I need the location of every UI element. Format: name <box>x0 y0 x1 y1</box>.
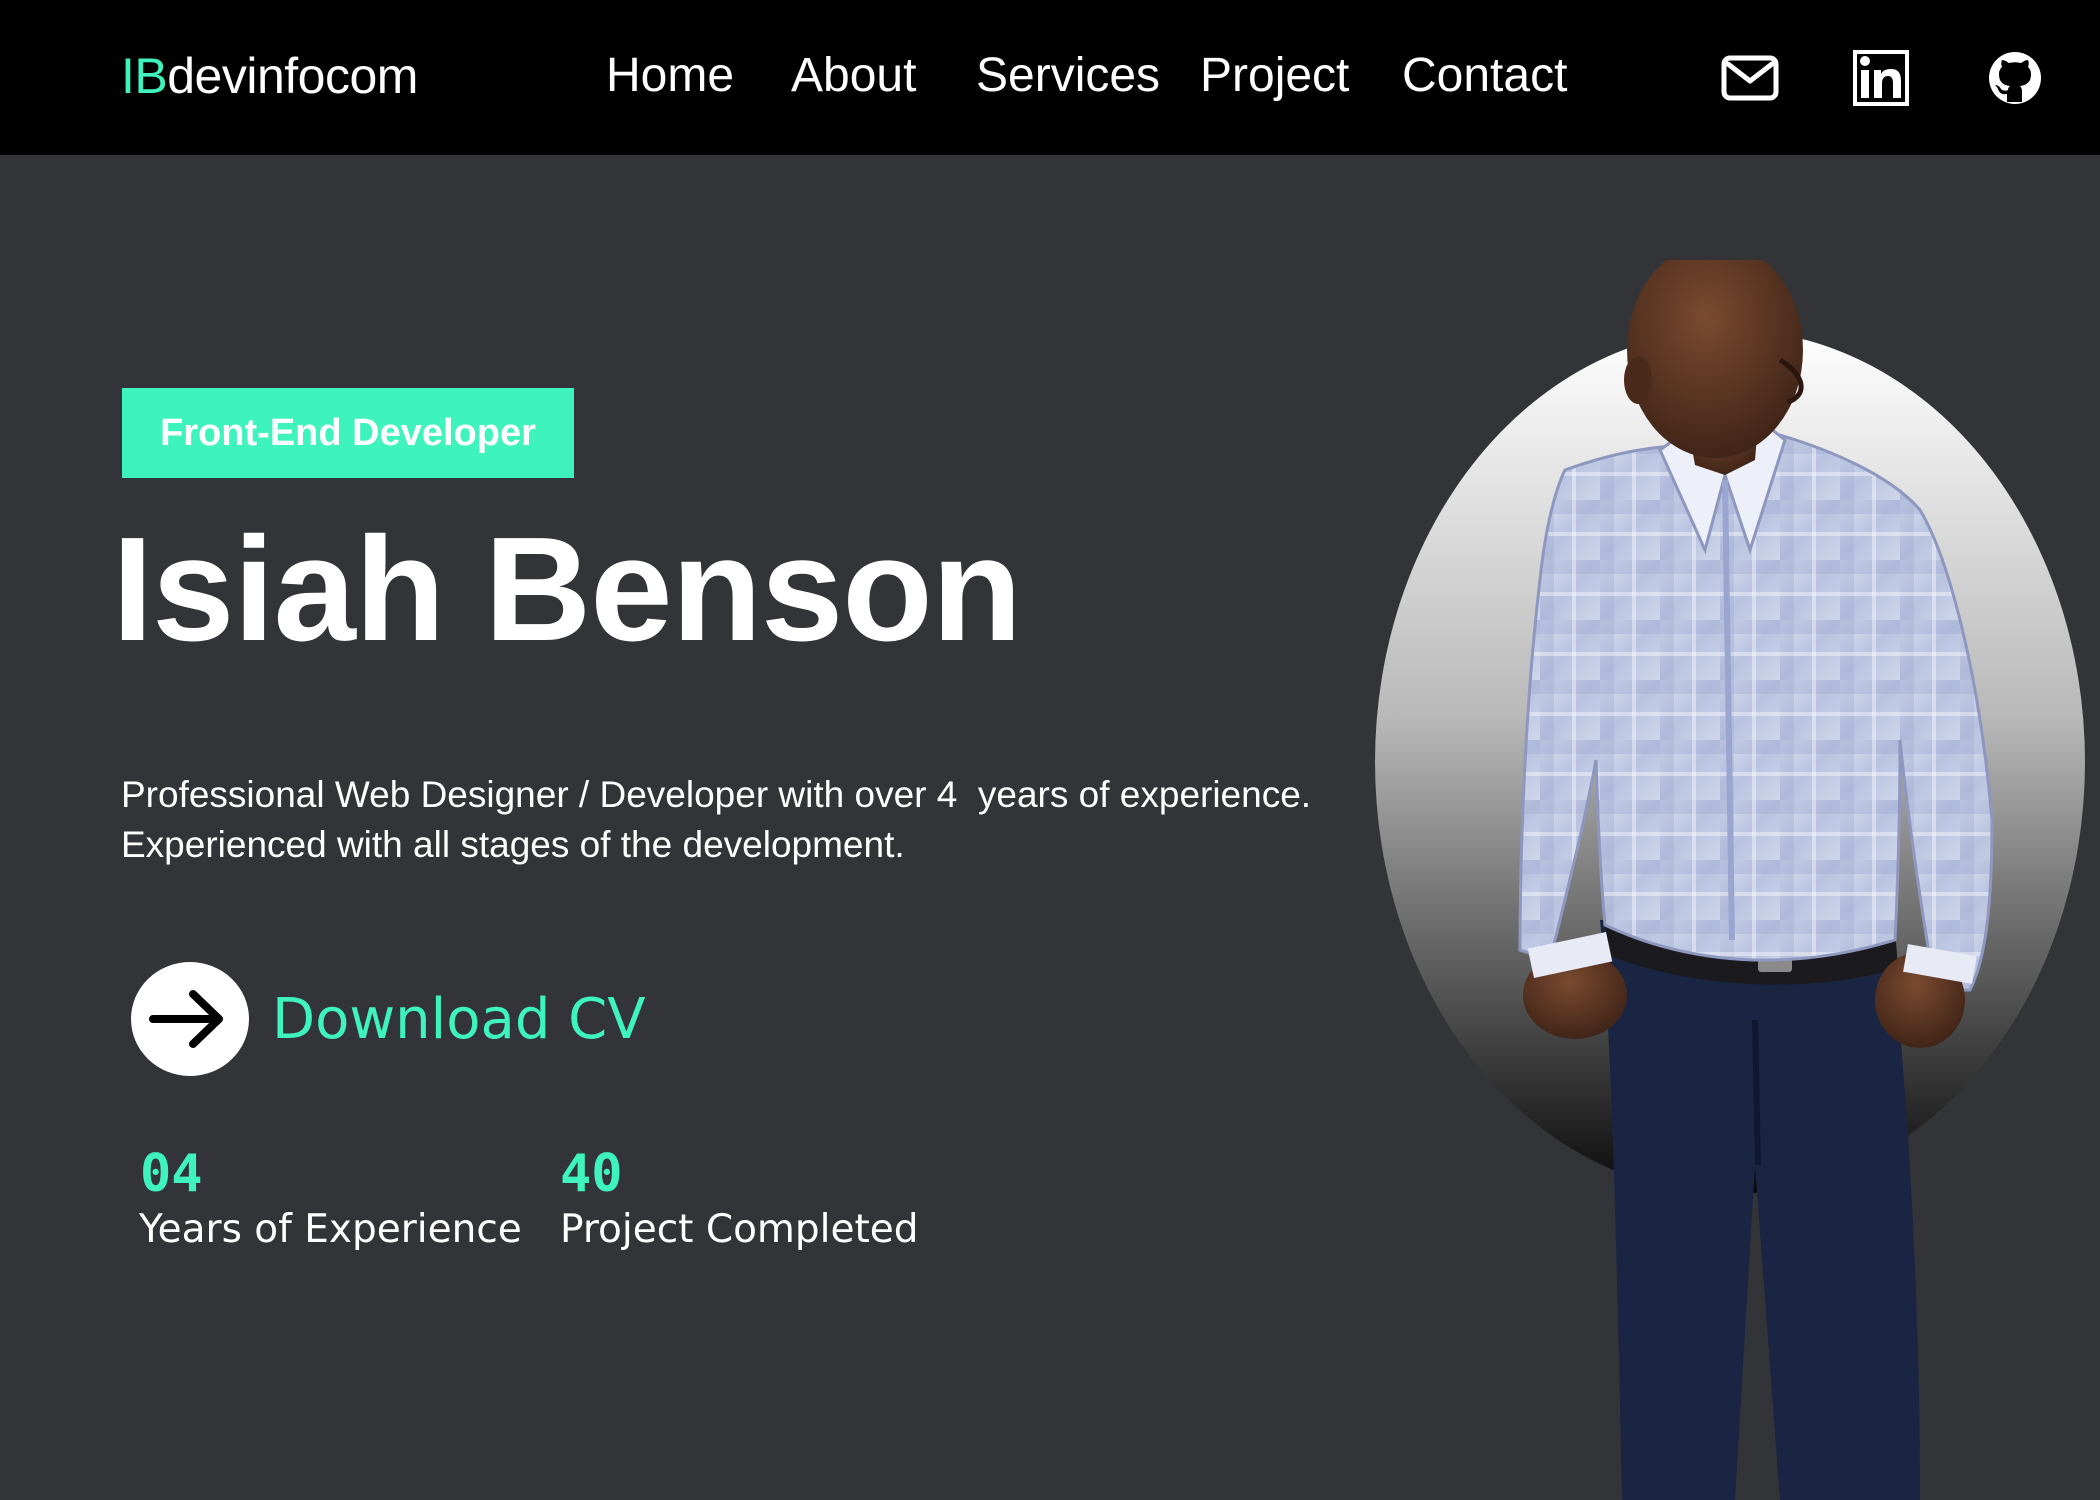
linkedin-icon[interactable] <box>1851 48 1911 108</box>
nav-contact[interactable]: Contact <box>1402 46 1567 106</box>
stat-years-value: 04 <box>140 1144 203 1204</box>
top-navigation-bar: IBdevinfocom Home About Services Project… <box>0 0 2100 155</box>
logo-accent: IB <box>121 48 168 104</box>
download-cv-link[interactable]: Download CV <box>272 985 646 1055</box>
hero-bio: Professional Web Designer / Developer wi… <box>121 770 1361 870</box>
page: IBdevinfocom Home About Services Project… <box>0 0 2100 1500</box>
arrow-right-icon <box>149 990 223 1048</box>
download-cv-button[interactable] <box>131 962 249 1076</box>
nav-home[interactable]: Home <box>606 46 734 106</box>
site-logo[interactable]: IBdevinfocom <box>121 46 418 106</box>
stat-projects-label: Project Completed <box>560 1207 919 1252</box>
hero-name: Isiah Benson <box>112 507 1022 672</box>
nav-about[interactable]: About <box>791 46 916 106</box>
logo-text: devinfocom <box>167 48 418 104</box>
mail-icon[interactable] <box>1720 48 1780 108</box>
nav-project[interactable]: Project <box>1200 46 1349 106</box>
profile-portrait <box>1360 260 2100 1500</box>
bio-line-2: Experienced with all stages of the devel… <box>121 824 905 865</box>
stat-projects-value: 40 <box>560 1144 623 1204</box>
bio-line-1: Professional Web Designer / Developer wi… <box>121 774 1312 815</box>
stat-years-label: Years of Experience <box>139 1207 522 1252</box>
nav-services[interactable]: Services <box>976 46 1160 106</box>
github-icon[interactable] <box>1985 48 2045 108</box>
role-badge: Front-End Developer <box>122 388 574 478</box>
